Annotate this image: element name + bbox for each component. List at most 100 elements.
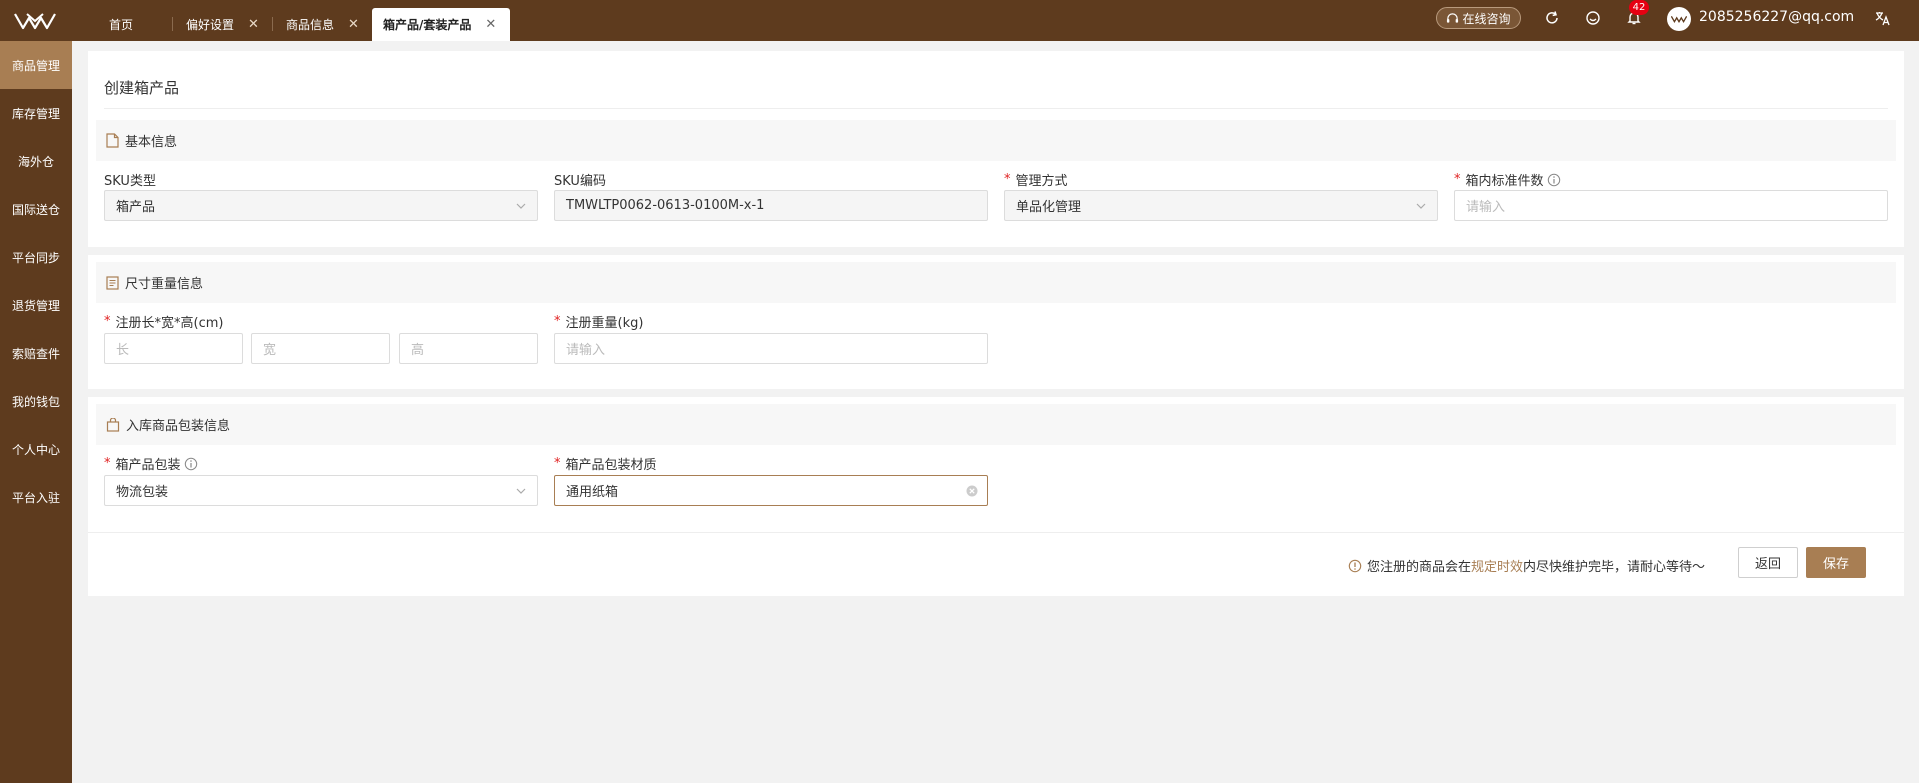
headset-icon xyxy=(1447,12,1459,23)
online-consult-button[interactable]: 在线咨询 xyxy=(1436,7,1521,29)
manage-mode-select[interactable]: 单品化管理 xyxy=(1004,190,1438,221)
tab-label: 偏好设置 xyxy=(186,18,235,32)
input-placeholder: 长 xyxy=(116,343,130,358)
chevron-down-icon xyxy=(516,488,526,494)
label-text: 箱产品包装 xyxy=(115,458,181,473)
consult-label: 在线咨询 xyxy=(1462,11,1511,26)
sidebar-item-inventory[interactable]: 库存管理 xyxy=(0,89,72,137)
bag-icon xyxy=(106,417,120,432)
input-placeholder: 宽 xyxy=(263,343,277,358)
form-footer: 您注册的商品会在规定时效内尽快维护完毕，请耐心等待～ 返回 保存 xyxy=(88,532,1904,596)
sidebar-item-wallet[interactable]: 我的钱包 xyxy=(0,377,72,425)
sidebar-item-international-delivery[interactable]: 国际送仓 xyxy=(0,185,72,233)
tab-label: 首页 xyxy=(109,18,134,32)
packaging-panel: 入库商品包装信息 * 箱产品包装 物流包装 * 箱产品包装材质 通用纸箱 您注册… xyxy=(88,397,1904,596)
select-value: 物流包装 xyxy=(116,485,169,500)
label-text: SKU类型 xyxy=(104,174,156,189)
width-input[interactable]: 宽 xyxy=(251,333,390,364)
translate-icon[interactable] xyxy=(1873,9,1891,27)
sku-code-field[interactable]: TMWLTP0062-0613-0100M-x-1 xyxy=(554,190,988,221)
pack-type-select[interactable]: 物流包装 xyxy=(104,475,538,506)
top-bar: 首页 偏好设置 ✕ 商品信息 ✕ 箱产品/套装产品 ✕ 在线咨询 42 2085… xyxy=(0,0,1919,41)
chevron-down-icon xyxy=(516,203,526,209)
required-mark: * xyxy=(104,314,111,329)
size-label: * 注册长*宽*高(cm) xyxy=(104,312,223,331)
weight-input[interactable]: 请输入 xyxy=(554,333,988,364)
label-text: 管理方式 xyxy=(1015,174,1068,189)
notice-prefix: 您注册的商品会在 xyxy=(1367,560,1472,575)
label-text: 注册长*宽*高(cm) xyxy=(115,316,224,331)
section-header-packaging: 入库商品包装信息 xyxy=(96,404,1896,445)
sidebar-item-claims[interactable]: 索赔查件 xyxy=(0,329,72,377)
tab-product-info[interactable]: 商品信息 ✕ xyxy=(286,8,359,41)
height-input[interactable]: 高 xyxy=(399,333,538,364)
back-button[interactable]: 返回 xyxy=(1738,547,1798,578)
label-text: 注册重量(kg) xyxy=(565,316,644,331)
close-icon[interactable]: ✕ xyxy=(485,18,496,31)
section-header-basic: 基本信息 xyxy=(96,120,1896,161)
list-icon xyxy=(106,275,119,290)
info-icon[interactable] xyxy=(1547,173,1561,187)
tab-divider xyxy=(272,17,273,31)
page-title: 创建箱产品 xyxy=(104,79,180,97)
tab-label: 箱产品/套装产品 xyxy=(383,18,472,32)
select-value: 单品化管理 xyxy=(1016,200,1082,215)
tab-label: 商品信息 xyxy=(286,18,335,32)
tab-box-product[interactable]: 箱产品/套装产品 ✕ xyxy=(372,8,511,41)
info-icon[interactable] xyxy=(184,457,198,471)
tab-divider xyxy=(172,17,173,31)
select-value: 通用纸箱 xyxy=(566,485,619,500)
required-mark: * xyxy=(1004,172,1011,187)
tab-home[interactable]: 首页 xyxy=(109,8,133,41)
user-email[interactable]: 2085256227@qq.com xyxy=(1699,9,1854,25)
pack-material-label: * 箱产品包装材质 xyxy=(554,454,657,473)
feedback-icon[interactable] xyxy=(1584,9,1602,27)
avatar[interactable] xyxy=(1667,7,1691,31)
input-placeholder: 请输入 xyxy=(566,343,606,358)
sku-type-select[interactable]: 箱产品 xyxy=(104,190,538,221)
sku-type-label: SKU类型 xyxy=(104,170,156,189)
sidebar: 商品管理 库存管理 海外仓 国际送仓 平台同步 退货管理 索赔查件 我的钱包 个… xyxy=(0,41,72,783)
basic-info-panel: 创建箱产品 基本信息 SKU类型 箱产品 SKU编码 TMWLTP0062-06… xyxy=(88,51,1904,247)
sidebar-item-platform-sync[interactable]: 平台同步 xyxy=(0,233,72,281)
refresh-icon[interactable] xyxy=(1543,9,1561,27)
sku-code-label: SKU编码 xyxy=(554,170,606,189)
save-button[interactable]: 保存 xyxy=(1806,547,1866,578)
section-header-dimension: 尺寸重量信息 xyxy=(96,262,1896,303)
label-text: 箱内标准件数 xyxy=(1465,174,1544,189)
input-placeholder: 高 xyxy=(411,343,425,358)
document-icon xyxy=(106,133,119,148)
notice-suffix: 内尽快维护完毕，请耐心等待～ xyxy=(1523,560,1706,575)
close-icon[interactable]: ✕ xyxy=(348,18,359,31)
standard-qty-input[interactable]: 请输入 xyxy=(1454,190,1888,221)
notification-badge: 42 xyxy=(1629,0,1649,15)
label-text: SKU编码 xyxy=(554,174,606,189)
close-icon[interactable]: ✕ xyxy=(248,18,259,31)
required-mark: * xyxy=(554,456,561,471)
sidebar-item-product-management[interactable]: 商品管理 xyxy=(0,41,72,89)
section-title: 入库商品包装信息 xyxy=(126,419,231,434)
notice-text: 您注册的商品会在规定时效内尽快维护完毕，请耐心等待～ xyxy=(1348,556,1705,575)
notice-link[interactable]: 规定时效 xyxy=(1471,560,1523,575)
sidebar-item-returns[interactable]: 退货管理 xyxy=(0,281,72,329)
sidebar-item-platform-onboarding[interactable]: 平台入驻 xyxy=(0,473,72,521)
info-icon xyxy=(1348,559,1362,572)
tab-preferences[interactable]: 偏好设置 ✕ xyxy=(186,8,259,41)
required-mark: * xyxy=(554,314,561,329)
input-placeholder: 请输入 xyxy=(1466,200,1506,215)
sidebar-item-personal-center[interactable]: 个人中心 xyxy=(0,425,72,473)
manage-mode-label: * 管理方式 xyxy=(1004,170,1068,189)
input-value: TMWLTP0062-0613-0100M-x-1 xyxy=(566,198,765,213)
chevron-down-icon xyxy=(1416,203,1426,209)
clear-icon[interactable] xyxy=(965,484,979,498)
dimension-panel: 尺寸重量信息 * 注册长*宽*高(cm) 长 宽 高 * 注册重量(kg) 请输… xyxy=(88,255,1904,389)
required-mark: * xyxy=(104,456,111,471)
length-input[interactable]: 长 xyxy=(104,333,243,364)
select-value: 箱产品 xyxy=(116,200,156,215)
pack-material-select[interactable]: 通用纸箱 xyxy=(554,475,988,506)
logo-icon[interactable] xyxy=(14,11,56,31)
sidebar-item-overseas-warehouse[interactable]: 海外仓 xyxy=(0,137,72,185)
standard-qty-label: * 箱内标准件数 xyxy=(1454,170,1561,189)
pack-type-label: * 箱产品包装 xyxy=(104,454,198,473)
section-title: 尺寸重量信息 xyxy=(125,277,204,292)
